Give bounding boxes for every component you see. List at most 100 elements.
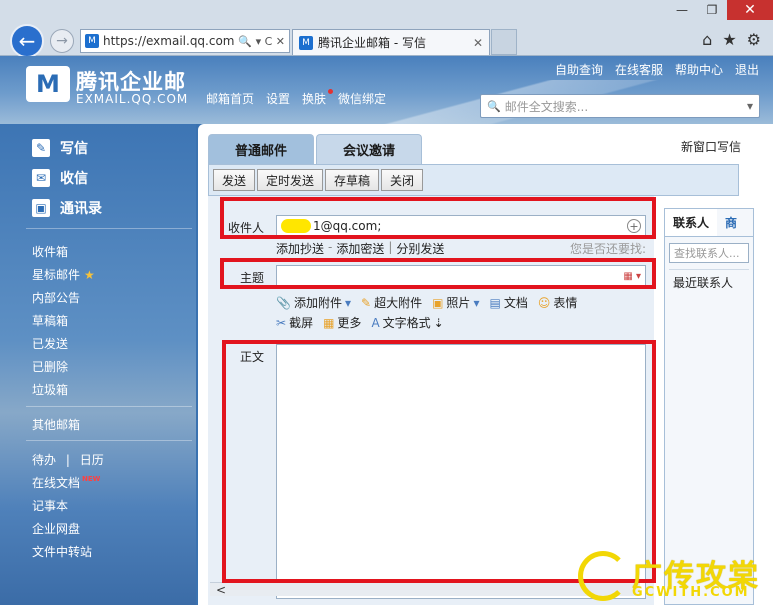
emoji-button[interactable]: ☺ 表情 <box>538 294 578 311</box>
large-attachment-icon: ✎ <box>361 295 372 310</box>
more-button[interactable]: ▦ 更多 <box>323 314 361 331</box>
sidebar-divider <box>26 406 192 407</box>
watermark-circle-icon <box>578 551 628 601</box>
scheduled-send-button[interactable]: 定时发送 <box>257 169 324 191</box>
address-bar[interactable]: M https://exmail.qq.com/ 🔍 ▾ C ✕ <box>80 29 290 53</box>
online-docs[interactable]: 在线文档 NEW <box>32 474 100 491</box>
document-icon: ▤ <box>489 295 501 310</box>
window-controls: — ❐ ✕ <box>667 0 773 20</box>
mail-search-box[interactable]: 🔍 邮件全文搜索... ▾ <box>480 94 760 118</box>
emoji-icon: ☺ <box>537 295 551 310</box>
file-transfer[interactable]: 文件中转站 <box>32 543 92 560</box>
folder-spam[interactable]: 垃圾箱 <box>32 381 68 398</box>
home-icon[interactable]: ⌂ <box>702 30 712 49</box>
photo-button[interactable]: ▣ 照片 ▾ <box>432 294 479 311</box>
large-attachment-button[interactable]: ✎ 超大附件 <box>361 294 422 311</box>
save-draft-button[interactable]: 存草稿 <box>325 169 380 191</box>
address-controls[interactable]: 🔍 ▾ C ✕ <box>238 35 285 48</box>
recent-contacts[interactable]: 最近联系人 <box>669 269 749 295</box>
folder-drafts[interactable]: 草稿箱 <box>32 312 68 329</box>
favicon-icon: M <box>85 34 99 48</box>
nav-mail-home[interactable]: 邮箱首页 <box>206 90 254 107</box>
folder-deleted[interactable]: 已删除 <box>32 358 68 375</box>
separate-send-link[interactable]: 分别发送 <box>396 240 444 257</box>
forward-arrow-icon[interactable]: → <box>50 29 74 53</box>
photo-label: 照片 <box>446 296 471 310</box>
tab-normal-mail[interactable]: 普通邮件 <box>208 134 315 164</box>
tab-contacts[interactable]: 联系人 <box>665 209 718 236</box>
text-format-button[interactable]: A 文字格式 ⇣ <box>371 314 443 331</box>
add-bcc-link[interactable]: 添加密送 <box>336 240 384 257</box>
text-format-label: 文字格式 <box>382 316 431 330</box>
photo-dropdown-icon[interactable]: ▾ <box>473 296 479 310</box>
search-input[interactable]: 邮件全文搜索... <box>505 98 743 115</box>
compose-icon: ✎ <box>32 139 50 157</box>
todo-link[interactable]: 待办 <box>32 453 56 467</box>
new-tab-button[interactable] <box>491 29 517 55</box>
add-cc-link[interactable]: 添加抄送 <box>276 240 324 257</box>
attachment-toolbar: 📎 添加附件 ▾ ✎ 超大附件 ▣ 照片 ▾ ▤ 文档 ☺ 表情 <box>276 294 577 311</box>
link-self-query[interactable]: 自助查询 <box>555 61 603 78</box>
folder-starred[interactable]: 星标邮件 ★ <box>32 266 95 283</box>
calendar-link[interactable]: 日历 <box>80 453 104 467</box>
sidebar-contacts-label: 通讯录 <box>60 201 102 217</box>
more-icon: ▦ <box>323 315 335 330</box>
folder-announcements[interactable]: 内部公告 <box>32 289 80 306</box>
text-format-arrow-icon: ⇣ <box>433 315 444 330</box>
tab-close-icon[interactable]: ✕ <box>473 36 483 50</box>
notepad[interactable]: 记事本 <box>32 497 68 514</box>
brand-domain: EXMAIL.QQ.COM <box>76 92 189 106</box>
sidebar-inbox-check[interactable]: ✉ 收信 <box>32 168 88 188</box>
maximize-icon[interactable]: ❐ <box>697 0 727 20</box>
todo-calendar-row: 待办 | 日历 <box>32 451 104 468</box>
sidebar-inbox-check-label: 收信 <box>60 171 88 187</box>
settings-gear-icon[interactable]: ⚙ <box>747 30 761 49</box>
star-icon: ★ <box>84 268 95 282</box>
address-url[interactable]: https://exmail.qq.com/ <box>103 34 234 48</box>
back-arrow-icon[interactable]: ← <box>10 24 44 58</box>
add-attachment-button[interactable]: 📎 添加附件 ▾ <box>276 294 351 311</box>
emoji-label: 表情 <box>553 296 578 310</box>
enterprise-disk[interactable]: 企业网盘 <box>32 520 80 537</box>
link-separator: - <box>328 240 333 254</box>
inbox-icon: ✉ <box>32 169 50 187</box>
link-online-support[interactable]: 在线客服 <box>615 61 663 78</box>
close-window-icon[interactable]: ✕ <box>727 0 773 20</box>
tab-favicon-icon: M <box>299 35 313 50</box>
sidebar-contacts[interactable]: ▣ 通讯录 <box>32 198 102 218</box>
tab-meeting-invite[interactable]: 会议邀请 <box>316 134 423 164</box>
top-nav: 邮箱首页 设置 换肤 微信绑定 <box>206 89 386 107</box>
contact-search-input[interactable]: 查找联系人... <box>669 243 749 263</box>
sidebar-divider <box>26 228 192 229</box>
sidebar-divider <box>26 440 192 441</box>
nav-settings[interactable]: 设置 <box>266 90 290 107</box>
link-help-center[interactable]: 帮助中心 <box>675 61 723 78</box>
highlight-recipient-box <box>220 197 656 239</box>
sidebar-compose-label: 写信 <box>60 141 88 157</box>
send-button[interactable]: 发送 <box>213 169 256 191</box>
favorites-star-icon[interactable]: ★ <box>722 30 736 49</box>
screenshot-button[interactable]: ✂ 截屏 <box>276 314 313 331</box>
paperclip-icon: 📎 <box>276 295 291 310</box>
attachment-dropdown-icon[interactable]: ▾ <box>345 296 351 310</box>
scroll-left-icon[interactable]: < <box>216 583 226 597</box>
sidebar-compose[interactable]: ✎ 写信 <box>32 138 88 158</box>
close-button[interactable]: 关闭 <box>381 169 424 191</box>
nav-skin[interactable]: 换肤 <box>302 89 334 107</box>
other-mailboxes[interactable]: 其他邮箱 <box>32 416 80 433</box>
link-logout[interactable]: 退出 <box>735 61 759 78</box>
folder-sent[interactable]: 已发送 <box>32 335 68 352</box>
nav-wechat-bind[interactable]: 微信绑定 <box>338 90 386 107</box>
todo-calendar-separator: | <box>65 453 70 467</box>
more-label: 更多 <box>337 316 362 330</box>
watermark-domain: GCWITH.COM <box>632 585 750 600</box>
browser-tab[interactable]: M 腾讯企业邮箱 - 写信 ✕ <box>292 29 490 55</box>
minimize-icon[interactable]: — <box>667 0 697 20</box>
new-window-compose-link[interactable]: 新窗口写信 <box>681 138 741 155</box>
photo-icon: ▣ <box>432 295 444 310</box>
tab-business[interactable]: 商 <box>717 209 745 236</box>
sidebar: ✎ 写信 ✉ 收信 ▣ 通讯录 收件箱 星标邮件 ★ 内部公告 草稿箱 已发送 已… <box>0 124 196 605</box>
folder-inbox[interactable]: 收件箱 <box>32 243 68 260</box>
search-dropdown-icon[interactable]: ▾ <box>747 99 753 113</box>
document-button[interactable]: ▤ 文档 <box>489 294 527 311</box>
